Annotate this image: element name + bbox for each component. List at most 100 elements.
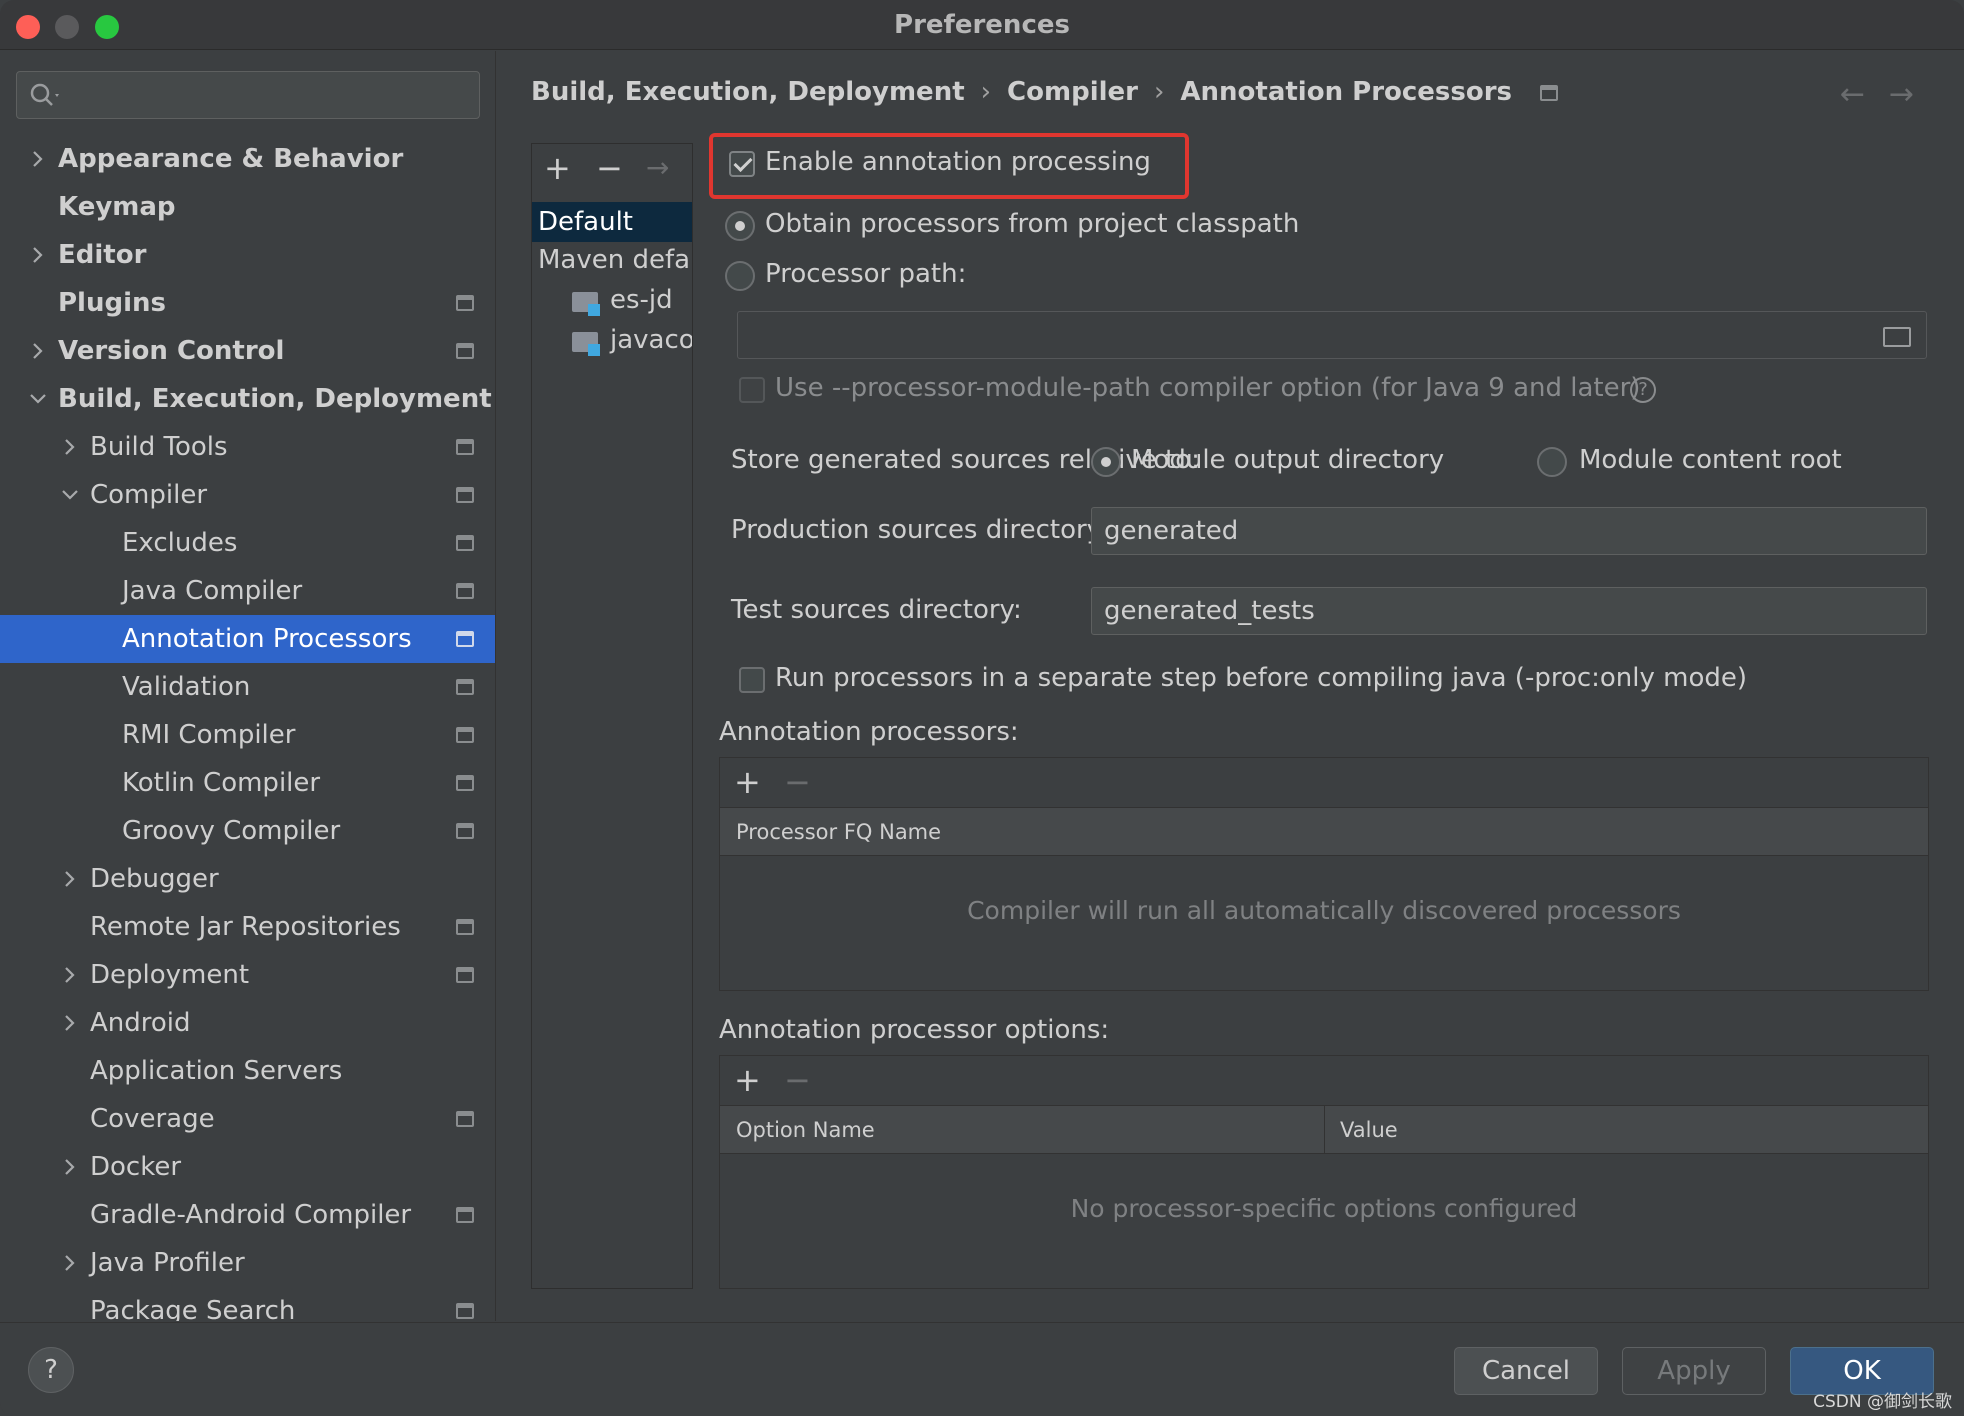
options-empty-text: No processor-specific options configured [1070, 1194, 1578, 1223]
sidebar-item-application-servers[interactable]: Application Servers [0, 1047, 495, 1095]
dialog-button-bar: ? Cancel Apply OK CSDN @御剑长歌 [0, 1322, 1964, 1416]
sidebar-item-rmi-compiler[interactable]: RMI Compiler [0, 711, 495, 759]
project-scope-icon [456, 1303, 474, 1319]
column-divider[interactable] [1324, 1106, 1325, 1154]
sidebar-item-version-control[interactable]: Version Control [0, 327, 495, 375]
help-icon[interactable]: ? [1630, 377, 1656, 403]
sidebar-item-label: Java Compiler [122, 576, 303, 606]
chevron-right-icon[interactable] [28, 149, 48, 169]
sidebar-item-label: Version Control [58, 336, 285, 366]
module-output-directory-radio[interactable] [1091, 447, 1121, 477]
module-list-item[interactable]: javacod [532, 320, 692, 360]
help-button[interactable]: ? [28, 1347, 74, 1393]
sidebar-item-docker[interactable]: Docker [0, 1143, 495, 1191]
sidebar-item-remote-jar-repositories[interactable]: Remote Jar Repositories [0, 903, 495, 951]
sidebar-item-label: Remote Jar Repositories [90, 912, 401, 942]
profile-item-label: Default [538, 207, 633, 237]
store-relative-label: Store generated sources relative to: [731, 445, 1200, 475]
chevron-right-icon[interactable] [60, 437, 80, 457]
sidebar-item-editor[interactable]: Editor [0, 231, 495, 279]
enable-annotation-processing-label[interactable]: Enable annotation processing [765, 147, 1151, 177]
sidebar-item-groovy-compiler[interactable]: Groovy Compiler [0, 807, 495, 855]
processors-empty-text: Compiler will run all automatically disc… [967, 896, 1681, 925]
sidebar-item-label: Debugger [90, 864, 219, 894]
production-sources-input[interactable]: generated [1091, 507, 1927, 555]
sidebar-item-debugger[interactable]: Debugger [0, 855, 495, 903]
sidebar-item-kotlin-compiler[interactable]: Kotlin Compiler [0, 759, 495, 807]
processor-path-label[interactable]: Processor path: [765, 259, 966, 289]
chevron-right-icon[interactable] [60, 1253, 80, 1273]
processor-module-path-label[interactable]: Use --processor-module-path compiler opt… [775, 373, 1640, 403]
sidebar-item-excludes[interactable]: Excludes [0, 519, 495, 567]
profile-list-item[interactable]: Default [532, 202, 692, 242]
module-content-root-label[interactable]: Module content root [1579, 445, 1842, 475]
profile-item-label: es-jd [610, 285, 673, 315]
sidebar-item-android[interactable]: Android [0, 999, 495, 1047]
project-scope-icon [456, 1207, 474, 1223]
sidebar-item-build-tools[interactable]: Build Tools [0, 423, 495, 471]
enable-annotation-processing-checkbox[interactable] [729, 151, 755, 177]
sidebar-item-coverage[interactable]: Coverage [0, 1095, 495, 1143]
sidebar-item-appearance-behavior[interactable]: Appearance & Behavior [0, 135, 495, 183]
sidebar-item-validation[interactable]: Validation [0, 663, 495, 711]
processor-profiles-list: + − → Default Maven defau es-jd javacod [531, 143, 693, 1289]
column-header-processor-fq-name[interactable]: Processor FQ Name [736, 808, 941, 856]
module-content-root-radio[interactable] [1537, 447, 1567, 477]
processor-module-path-checkbox[interactable] [739, 377, 765, 403]
settings-search-input[interactable] [16, 71, 480, 119]
move-to-profile-button[interactable]: → [646, 150, 669, 186]
chevron-right-icon[interactable] [60, 965, 80, 985]
sidebar-item-java-profiler[interactable]: Java Profiler [0, 1239, 495, 1287]
chevron-right-icon[interactable] [60, 869, 80, 889]
chevron-right-icon[interactable] [60, 1157, 80, 1177]
separate-step-checkbox[interactable] [739, 667, 765, 693]
add-option-button[interactable]: + [734, 1062, 761, 1098]
processor-path-input[interactable] [737, 311, 1927, 359]
project-scope-icon [456, 439, 474, 455]
annotation-processors-table: + − Processor FQ Name Compiler will run … [719, 757, 1929, 991]
cancel-button[interactable]: Cancel [1454, 1347, 1598, 1395]
project-scope-icon [456, 487, 474, 503]
project-scope-icon [456, 583, 474, 599]
remove-processor-button[interactable]: − [784, 764, 811, 800]
remove-profile-button[interactable]: − [596, 150, 623, 186]
obtain-from-classpath-radio[interactable] [725, 211, 755, 241]
annotation-processor-options-title: Annotation processor options: [719, 1015, 1110, 1045]
chevron-right-icon[interactable] [28, 245, 48, 265]
sidebar-item-compiler[interactable]: Compiler [0, 471, 495, 519]
module-folder-icon [572, 332, 600, 356]
sidebar-item-plugins[interactable]: Plugins [0, 279, 495, 327]
profile-item-label: javacod [610, 325, 692, 355]
add-processor-button[interactable]: + [734, 764, 761, 800]
obtain-from-classpath-label[interactable]: Obtain processors from project classpath [765, 209, 1299, 239]
chevron-down-icon[interactable] [28, 389, 48, 409]
sidebar-item-label: Excludes [122, 528, 238, 558]
module-output-directory-label[interactable]: Module output directory [1131, 445, 1444, 475]
folder-open-icon[interactable] [1883, 327, 1911, 347]
processor-path-radio[interactable] [725, 261, 755, 291]
chevron-down-icon[interactable] [60, 485, 80, 505]
sidebar-item-label: Gradle-Android Compiler [90, 1200, 412, 1230]
sidebar-item-gradle-android-compiler[interactable]: Gradle-Android Compiler [0, 1191, 495, 1239]
main-pane: Build, Execution, Deployment › Compiler › An… [497, 51, 1964, 1321]
sidebar-item-keymap[interactable]: Keymap [0, 183, 495, 231]
column-header-value[interactable]: Value [1340, 1106, 1398, 1154]
chevron-right-icon[interactable] [28, 341, 48, 361]
add-profile-button[interactable]: + [544, 150, 571, 186]
column-header-option-name[interactable]: Option Name [736, 1106, 875, 1154]
sidebar-item-java-compiler[interactable]: Java Compiler [0, 567, 495, 615]
sidebar-item-build-execution-deployment[interactable]: Build, Execution, Deployment [0, 375, 495, 423]
sidebar-item-deployment[interactable]: Deployment [0, 951, 495, 999]
remove-option-button[interactable]: − [784, 1062, 811, 1098]
sidebar-item-label: Compiler [90, 480, 208, 510]
test-sources-input[interactable]: generated_tests [1091, 587, 1927, 635]
sidebar-item-label: Build Tools [90, 432, 228, 462]
separate-step-label[interactable]: Run processors in a separate step before… [775, 663, 1747, 693]
apply-button[interactable]: Apply [1622, 1347, 1766, 1395]
chevron-right-icon[interactable] [60, 1013, 80, 1033]
module-list-item[interactable]: es-jd [532, 280, 692, 320]
sidebar-item-label: Kotlin Compiler [122, 768, 321, 798]
sidebar-item-annotation-processors[interactable]: Annotation Processors [0, 615, 495, 663]
profile-list-item[interactable]: Maven defau [532, 240, 692, 280]
sidebar-item-package-search[interactable]: Package Search [0, 1287, 495, 1321]
